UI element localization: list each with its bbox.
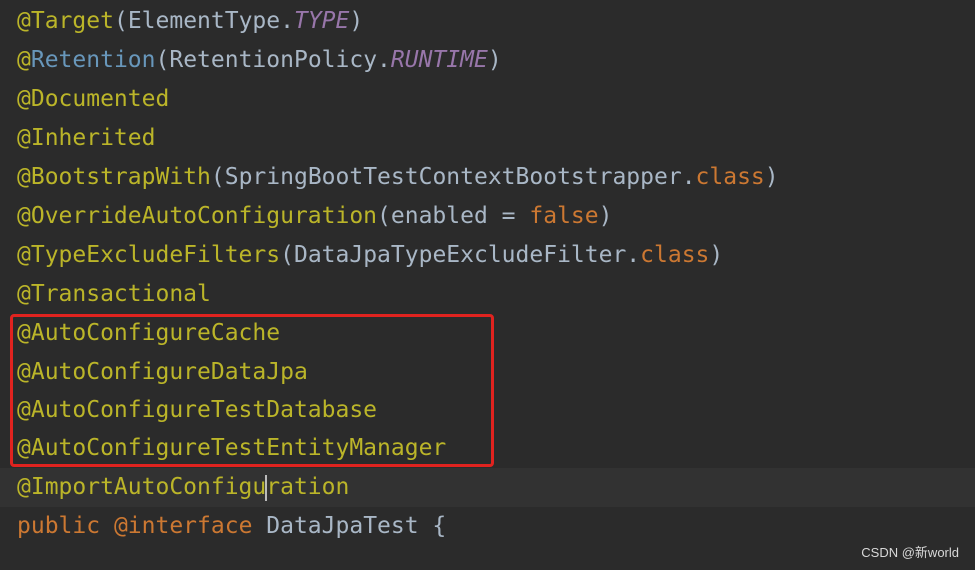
code-line-documented[interactable]: @Documented [0, 80, 975, 119]
annotation-name: Retention [30, 47, 156, 73]
watermark: CSDN @新world [861, 545, 959, 560]
paren-close: ) [487, 47, 502, 73]
annotation-name-part: @ImportAutoConfigu [17, 474, 267, 500]
code-line-autoconfigurecache[interactable]: @AutoConfigureCache [0, 314, 975, 353]
code-line-inherited[interactable]: @Inherited [0, 119, 975, 158]
code-line-autoconfiguredatajpa[interactable]: @AutoConfigureDataJpa [0, 353, 975, 392]
paren-close: ) [598, 203, 613, 229]
annotation-name: @BootstrapWith [17, 164, 211, 190]
code-line-bootstrapwith[interactable]: @BootstrapWith(SpringBootTestContextBoot… [0, 158, 975, 197]
code-line-importautoconfiguration[interactable]: @ImportAutoConfiguration [0, 468, 975, 507]
annotation-name: @TypeExcludeFilters [17, 242, 281, 268]
enum-constant: RUNTIME [390, 47, 488, 73]
annotation-name: @Documented [17, 86, 170, 112]
code-line-autoconfiguretestentitymanager[interactable]: @AutoConfigureTestEntityManager [0, 429, 975, 468]
annotation-argument: RetentionPolicy. [169, 47, 391, 73]
keyword: false [529, 203, 599, 229]
keyword-interface: @interface [100, 513, 253, 539]
annotation-name: @Inherited [17, 125, 156, 151]
annotation-argument: DataJpaTypeExcludeFilter. [293, 242, 641, 268]
annotation-argument: ElementType. [127, 8, 294, 34]
annotation-name: @AutoConfigureTestEntityManager [17, 435, 447, 461]
annotation-name-part: ration [266, 474, 350, 500]
annotation-name: Target [30, 8, 114, 34]
code-line-overrideautoconfiguration[interactable]: @OverrideAutoConfiguration(enabled = fal… [0, 197, 975, 236]
code-line-target[interactable]: @Target(ElementType.TYPE) [0, 2, 975, 41]
code-line-transactional[interactable]: @Transactional [0, 275, 975, 314]
type-name: DataJpaTest { [252, 513, 447, 539]
annotation-name: @OverrideAutoConfiguration [17, 203, 378, 229]
code-line-retention[interactable]: @Retention(RetentionPolicy.RUNTIME) [0, 41, 975, 80]
paren-open: ( [210, 164, 225, 190]
keyword: class [695, 164, 765, 190]
annotation-name: @AutoConfigureTestDatabase [17, 397, 378, 423]
paren-close: ) [764, 164, 779, 190]
annotation-at: @ [17, 8, 31, 34]
paren-open: ( [113, 8, 128, 34]
annotation-argument: enabled = [390, 203, 530, 229]
paren-close: ) [349, 8, 364, 34]
annotation-name: @Transactional [17, 281, 211, 307]
paren-close: ) [709, 242, 724, 268]
code-line-interface-declaration[interactable]: public @interface DataJpaTest { [0, 507, 975, 546]
paren-open: ( [280, 242, 294, 268]
enum-constant: TYPE [293, 8, 350, 34]
paren-open: ( [155, 47, 170, 73]
annotation-at: @ [17, 47, 31, 73]
code-editor[interactable]: @Target(ElementType.TYPE) @Retention(Ret… [0, 0, 975, 570]
annotation-name: @AutoConfigureDataJpa [17, 359, 308, 385]
keyword: class [640, 242, 710, 268]
code-line-autoconfiguretestdatabase[interactable]: @AutoConfigureTestDatabase [0, 391, 975, 430]
keyword-public: public [17, 513, 101, 539]
annotation-argument: SpringBootTestContextBootstrapper. [224, 164, 696, 190]
paren-open: ( [377, 203, 391, 229]
code-line-typeexcludefilters[interactable]: @TypeExcludeFilters(DataJpaTypeExcludeFi… [0, 236, 975, 275]
annotation-name: @AutoConfigureCache [17, 320, 281, 346]
